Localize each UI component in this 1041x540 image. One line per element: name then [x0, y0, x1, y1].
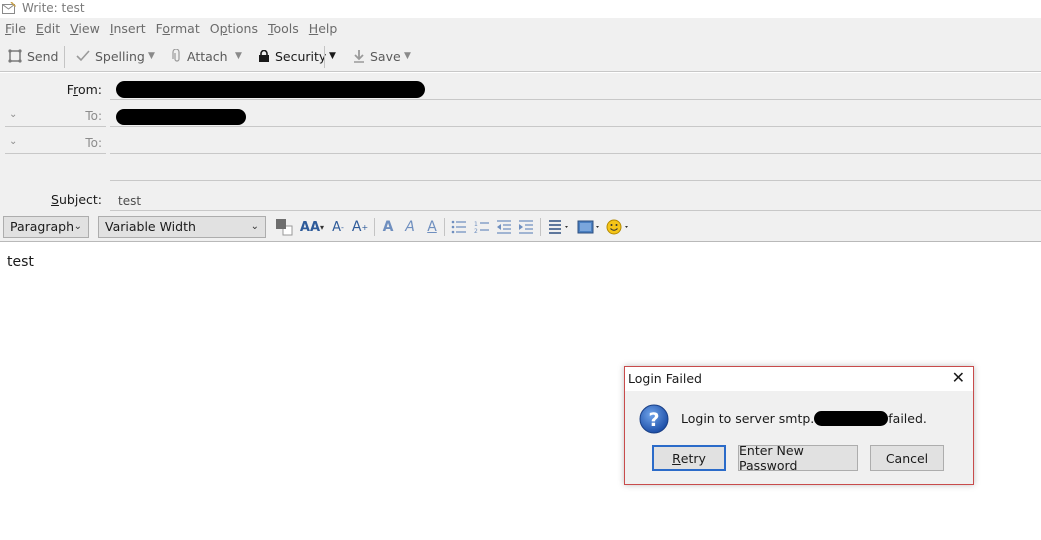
menu-tools[interactable]: Tools	[263, 20, 304, 38]
subject-label: Subject:	[51, 192, 102, 207]
chevron-down-icon: ⌄	[9, 109, 18, 120]
security-dropdown[interactable]: ▼	[329, 42, 336, 70]
subject-input[interactable]: test	[118, 194, 141, 208]
compose-toolbar: Send Spelling ▼ Attach ▼ Security ▼ Save…	[0, 42, 1041, 70]
chevron-down-icon: ⌄	[250, 221, 259, 232]
from-address-redacted[interactable]	[116, 81, 425, 98]
dialog-title-bar: Login Failed	[625, 367, 973, 391]
recipient-type-select-2[interactable]: ⌄ To:	[5, 132, 106, 154]
server-name-redacted	[814, 411, 889, 426]
paragraph-format-select[interactable]: Paragraph ⌄	[3, 216, 89, 238]
spelling-dropdown[interactable]: ▼	[148, 42, 155, 70]
cancel-button[interactable]: Cancel	[870, 445, 944, 471]
checkmark-icon	[76, 50, 90, 62]
retry-button[interactable]: Retry	[652, 445, 726, 471]
chevron-down-icon: ⌄	[73, 221, 82, 232]
app-chrome: File Edit View Insert Format Options Too…	[0, 18, 1041, 72]
menu-insert[interactable]: Insert	[105, 20, 151, 38]
menu-view[interactable]: View	[65, 20, 105, 38]
lock-icon	[259, 50, 269, 62]
to-address-redacted[interactable]	[116, 109, 246, 125]
recipient-type-select-1[interactable]: ⌄ To:	[5, 105, 106, 127]
send-icon	[8, 49, 22, 63]
bold-icon[interactable]: A	[379, 216, 397, 238]
font-family-select[interactable]: Variable Width ⌄	[98, 216, 266, 238]
send-button[interactable]: Send	[8, 42, 58, 70]
toolbar-separator	[374, 218, 375, 236]
dialog-message: Login to server smtp. failed.	[681, 411, 927, 426]
text-color-icon[interactable]	[274, 216, 294, 238]
italic-icon[interactable]: A	[401, 216, 419, 238]
attach-button[interactable]: Attach	[172, 42, 228, 70]
field-divider	[110, 99, 1041, 100]
menu-format[interactable]: Format	[151, 20, 205, 38]
menu-help[interactable]: Help	[304, 20, 343, 38]
chevron-down-icon: ▼	[404, 51, 411, 61]
underline-icon[interactable]: A	[423, 216, 441, 238]
download-arrow-icon	[354, 49, 364, 63]
toolbar-separator	[64, 46, 65, 68]
align-icon[interactable]	[546, 216, 572, 238]
menu-file[interactable]: File	[0, 20, 31, 38]
field-divider	[110, 180, 1041, 181]
toolbar-separator	[444, 218, 445, 236]
svg-text:?: ?	[648, 409, 659, 431]
save-dropdown[interactable]: ▼	[404, 42, 411, 70]
question-icon: ?	[639, 404, 669, 434]
field-divider	[110, 210, 1041, 211]
chevron-down-icon: ▼	[329, 51, 336, 61]
spelling-button[interactable]: Spelling	[76, 42, 145, 70]
window-title: Write: test	[22, 1, 85, 15]
menu-options[interactable]: Options	[205, 20, 263, 38]
font-size-icon[interactable]: AA ▾	[298, 216, 326, 238]
chevron-down-icon: ⌄	[9, 136, 18, 147]
svg-text:2: 2	[474, 228, 478, 234]
indent-icon[interactable]	[517, 216, 535, 238]
smiley-icon[interactable]	[605, 216, 631, 238]
toolbar-separator	[324, 46, 325, 68]
message-body[interactable]: test	[7, 254, 34, 270]
recipient-input-empty[interactable]	[110, 154, 1041, 180]
chevron-down-icon: ▼	[235, 51, 242, 61]
decrease-font-size-icon[interactable]: A-	[328, 216, 348, 238]
field-divider	[110, 126, 1041, 127]
menu-bar: File Edit View Insert Format Options Too…	[0, 20, 342, 38]
dialog-title: Login Failed	[628, 371, 702, 386]
title-bar: Write: test	[0, 0, 1041, 18]
insert-image-icon[interactable]	[576, 216, 602, 238]
security-button[interactable]: Security	[258, 42, 326, 70]
message-headers: From: ⌄ To: ⌄ To: Subject: test	[0, 73, 1041, 213]
numbered-list-icon[interactable]: 12	[472, 216, 492, 238]
format-toolbar: Paragraph ⌄ Variable Width ⌄ AA ▾ A- A + A…	[0, 212, 1041, 242]
increase-font-size-icon[interactable]: A +	[350, 216, 370, 238]
write-envelope-icon	[2, 2, 16, 14]
menu-edit[interactable]: Edit	[31, 20, 65, 38]
toolbar-separator	[540, 218, 541, 236]
attach-dropdown[interactable]: ▼	[235, 42, 242, 70]
svg-text:1: 1	[474, 221, 478, 228]
enter-new-password-button[interactable]: Enter New Password	[738, 443, 858, 473]
outdent-icon[interactable]	[495, 216, 513, 238]
bullet-list-icon[interactable]	[450, 216, 468, 238]
save-button[interactable]: Save	[353, 42, 401, 70]
chevron-down-icon: ▼	[148, 51, 155, 61]
close-icon[interactable]: ✕	[952, 370, 965, 386]
login-failed-dialog: Login Failed ✕ ? Login to server smtp. fa…	[624, 366, 974, 485]
from-label: From:	[66, 82, 102, 97]
paperclip-icon	[172, 49, 180, 62]
